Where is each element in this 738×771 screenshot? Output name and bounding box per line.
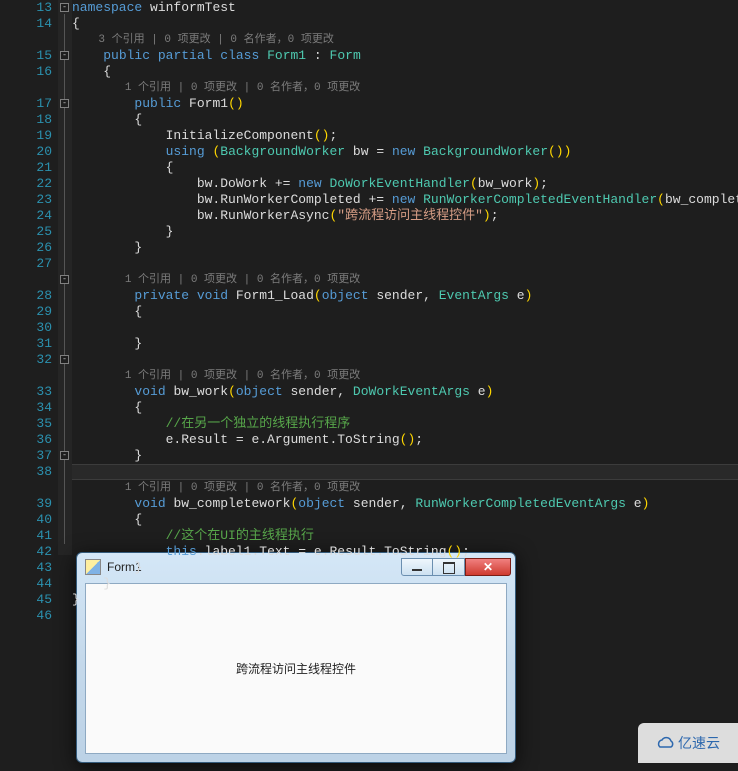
label1: 跨流程访问主线程控件 — [236, 660, 356, 677]
codelens[interactable]: 1 个引用 | 0 项更改 | 0 名作者，0 项更改 — [72, 272, 738, 288]
codelens[interactable]: 1 个引用 | 0 项更改 | 0 名作者，0 项更改 — [72, 480, 738, 496]
line-number-gutter: 13 14 15 16 17 18 19 20 21 22 23 24 25 2… — [0, 0, 58, 555]
winform-window[interactable]: Form1 ✕ 跨流程访问主线程控件 — [76, 552, 516, 763]
fold-toggle-icon[interactable]: - — [60, 275, 69, 284]
fold-toggle-icon[interactable]: - — [60, 355, 69, 364]
codelens[interactable]: 1 个引用 | 0 项更改 | 0 名作者，0 项更改 — [72, 368, 738, 384]
minimize-button[interactable] — [401, 558, 433, 576]
window-title: Form1 — [107, 560, 401, 574]
code-area[interactable]: namespace winformTest { 3 个引用 | 0 项更改 | … — [72, 0, 738, 555]
fold-toggle-icon[interactable]: - — [60, 3, 69, 12]
maximize-button[interactable] — [433, 558, 465, 576]
close-button[interactable]: ✕ — [465, 558, 511, 576]
code-editor[interactable]: 13 14 15 16 17 18 19 20 21 22 23 24 25 2… — [0, 0, 738, 555]
codelens[interactable]: 1 个引用 | 0 项更改 | 0 名作者，0 项更改 — [72, 80, 738, 96]
fold-toggle-icon[interactable]: - — [60, 51, 69, 60]
fold-toggle-icon[interactable]: - — [60, 451, 69, 460]
fold-column[interactable]: - - - - - - — [58, 0, 72, 555]
codelens[interactable]: 3 个引用 | 0 项更改 | 0 名作者，0 项更改 — [72, 32, 738, 48]
watermark: 亿速云 — [638, 723, 738, 763]
app-icon — [85, 559, 101, 575]
fold-toggle-icon[interactable]: - — [60, 99, 69, 108]
window-client-area: 跨流程访问主线程控件 — [85, 583, 507, 754]
current-line-highlight — [72, 464, 738, 480]
